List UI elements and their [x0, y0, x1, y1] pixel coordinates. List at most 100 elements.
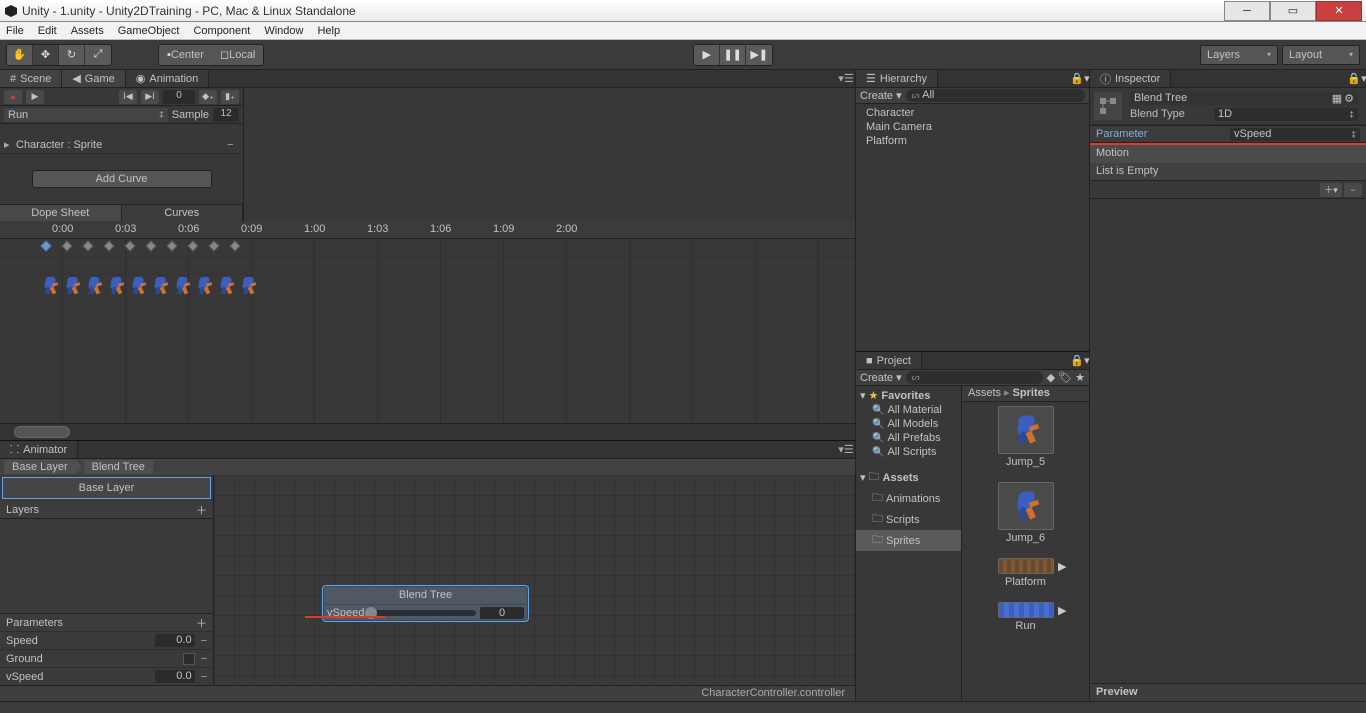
animation-tab[interactable]: ◉Animation: [126, 70, 210, 87]
blend-tree-node[interactable]: Blend Tree vSpeed 0: [322, 585, 529, 622]
layers-dropdown[interactable]: Layers▾: [1200, 45, 1278, 65]
animator-tab[interactable]: ⸬Animator: [0, 441, 78, 458]
add-curve-button[interactable]: Add Curve: [32, 170, 212, 188]
gear-icon[interactable]: ⚙: [1344, 92, 1354, 105]
dopesheet-tab[interactable]: Dope Sheet: [0, 205, 122, 221]
favorite-item[interactable]: 🔍All Prefabs: [856, 431, 961, 445]
folder-item[interactable]: 🗀Animations: [856, 488, 961, 509]
param-checkbox[interactable]: [183, 653, 195, 665]
remove-motion-button[interactable]: −: [1344, 183, 1362, 197]
keyframe[interactable]: [124, 240, 135, 251]
move-tool[interactable]: ✥: [33, 45, 59, 65]
animator-tab-menu-icon[interactable]: ▾☰: [837, 441, 855, 458]
project-search[interactable]: ᔕ: [906, 371, 1043, 384]
crumb[interactable]: Sprites: [1013, 387, 1050, 399]
preview-header[interactable]: Preview: [1090, 683, 1366, 701]
hierarchy-item[interactable]: Platform: [856, 134, 1089, 148]
remove-param-icon[interactable]: −: [201, 653, 207, 665]
hand-tool[interactable]: ✋: [7, 45, 33, 65]
layer-base-layer[interactable]: Base Layer: [2, 477, 211, 499]
keyframe[interactable]: [166, 240, 177, 251]
filter-icon[interactable]: ★: [1075, 372, 1085, 384]
param-row-vspeed[interactable]: vSpeed 0.0−: [0, 667, 213, 685]
curves-tab[interactable]: Curves: [122, 205, 244, 221]
animation-timeline[interactable]: 0:00 0:03 0:06 0:09 1:00 1:03 1:06 1:09 …: [0, 221, 855, 440]
favorite-item[interactable]: 🔍All Models: [856, 417, 961, 431]
filter-icon[interactable]: 🏷: [1058, 372, 1072, 384]
tab-menu-icon[interactable]: ▾: [1361, 72, 1366, 85]
asset-item[interactable]: ▶ Run: [998, 602, 1054, 632]
add-event-button[interactable]: ▮₊: [221, 90, 239, 104]
remove-prop-icon[interactable]: −: [227, 139, 239, 151]
maximize-button[interactable]: ▭: [1270, 1, 1316, 21]
minimize-button[interactable]: ─: [1224, 1, 1270, 21]
menu-file[interactable]: File: [6, 25, 24, 37]
blend-type-dropdown[interactable]: 1D‡: [1214, 108, 1358, 121]
hierarchy-search[interactable]: ᔕ All: [906, 89, 1085, 102]
expand-icon[interactable]: ▾: [860, 471, 866, 484]
expand-icon[interactable]: ▶: [1058, 560, 1066, 573]
hierarchy-item[interactable]: Main Camera: [856, 120, 1089, 134]
prev-key-button[interactable]: I◀: [119, 90, 137, 104]
sample-field[interactable]: 12: [213, 108, 239, 122]
menu-edit[interactable]: Edit: [38, 25, 57, 37]
timeline-scrollbar[interactable]: [0, 423, 855, 440]
lock-icon[interactable]: 🔒: [1070, 354, 1084, 367]
animator-graph[interactable]: Blend Tree vSpeed 0: [214, 475, 855, 685]
favorite-item[interactable]: 🔍All Material: [856, 403, 961, 417]
menu-assets[interactable]: Assets: [71, 25, 104, 37]
step-button[interactable]: ▶❚: [746, 45, 772, 65]
project-create-dropdown[interactable]: Create ▾: [860, 371, 902, 384]
keyframe[interactable]: [103, 240, 114, 251]
crumb[interactable]: Assets: [968, 387, 1001, 399]
menu-gameobject[interactable]: GameObject: [118, 25, 180, 37]
folder-item[interactable]: 🗀Scripts: [856, 509, 961, 530]
lock-icon[interactable]: 🔒: [1070, 72, 1084, 85]
play-button[interactable]: ▶: [694, 45, 720, 65]
property-row[interactable]: ▸ Character : Sprite −: [0, 136, 243, 154]
remove-param-icon[interactable]: −: [201, 635, 207, 647]
add-motion-button[interactable]: ＋▾: [1320, 183, 1342, 197]
blend-value[interactable]: 0: [480, 607, 524, 619]
pause-button[interactable]: ❚❚: [720, 45, 746, 65]
timeline-ruler[interactable]: 0:00 0:03 0:06 0:09 1:00 1:03 1:06 1:09 …: [0, 221, 855, 239]
tab-menu-icon[interactable]: ▾☰: [837, 70, 855, 87]
keyframe[interactable]: [82, 240, 93, 251]
expand-icon[interactable]: ▸: [4, 138, 16, 151]
rotate-tool[interactable]: ↻: [59, 45, 85, 65]
menu-window[interactable]: Window: [264, 25, 303, 37]
tab-menu-icon[interactable]: ▾: [1084, 354, 1090, 367]
menu-component[interactable]: Component: [193, 25, 250, 37]
keyframe[interactable]: [145, 240, 156, 251]
menu-help[interactable]: Help: [317, 25, 340, 37]
blend-tree-name-field[interactable]: Blend Tree▦⚙: [1130, 92, 1358, 105]
asset-item[interactable]: Jump_6: [998, 482, 1054, 544]
hierarchy-create-dropdown[interactable]: Create ▾: [860, 89, 902, 102]
expand-icon[interactable]: ▾: [860, 389, 866, 402]
asset-item[interactable]: ▶ Platform: [998, 558, 1054, 588]
scale-tool[interactable]: ⤢: [85, 45, 111, 65]
expand-icon[interactable]: ▶: [1058, 604, 1066, 617]
keyframe[interactable]: [208, 240, 219, 251]
filter-icon[interactable]: ◆: [1047, 372, 1055, 384]
add-key-button[interactable]: ◆₊: [199, 90, 217, 104]
parameter-dropdown[interactable]: vSpeed‡: [1230, 128, 1360, 141]
clip-dropdown[interactable]: Run‡: [4, 108, 168, 122]
folder-item[interactable]: 🗀Sprites: [856, 530, 961, 551]
game-tab[interactable]: ◀Game: [62, 70, 125, 87]
remove-param-icon[interactable]: −: [201, 671, 207, 683]
close-button[interactable]: ✕: [1316, 1, 1362, 21]
project-tab[interactable]: ■Project: [856, 352, 922, 369]
next-key-button[interactable]: ▶I: [141, 90, 159, 104]
hierarchy-item[interactable]: Character: [856, 106, 1089, 120]
keyframe[interactable]: [40, 240, 51, 251]
param-row-ground[interactable]: Ground −: [0, 649, 213, 667]
asset-item[interactable]: Jump_5: [998, 406, 1054, 468]
timeline-body[interactable]: [0, 239, 855, 423]
tab-menu-icon[interactable]: ▾: [1084, 72, 1090, 85]
inspector-tab[interactable]: ⓘInspector: [1090, 70, 1171, 87]
crumb-base-layer[interactable]: Base Layer: [4, 460, 76, 474]
record-button[interactable]: ●: [4, 90, 22, 104]
scene-tab[interactable]: #Scene: [0, 70, 62, 87]
keyframe[interactable]: [229, 240, 240, 251]
